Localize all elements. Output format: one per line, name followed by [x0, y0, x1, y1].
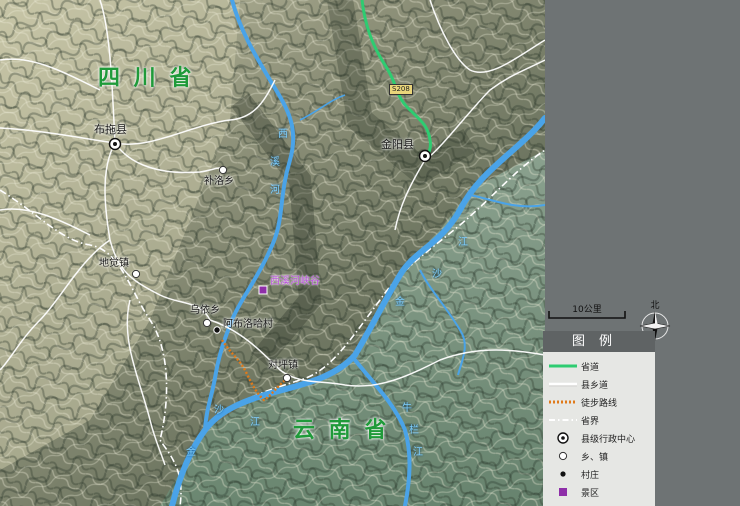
village-marker[interactable]	[212, 325, 222, 335]
river-label-jinsha: 沙	[432, 269, 442, 280]
town-marker[interactable]	[282, 373, 292, 383]
scale-bar-line	[548, 311, 626, 319]
river-label-xixi: 河	[270, 185, 280, 196]
scenic-symbol	[559, 488, 567, 496]
village-symbol	[560, 471, 566, 477]
river-label-niulan: 牛	[402, 403, 412, 414]
legend-item: 县乡道	[543, 376, 655, 392]
town-symbol	[558, 451, 568, 461]
county-seat-marker[interactable]	[418, 149, 432, 163]
terrain-map[interactable]	[0, 0, 545, 506]
legend-label: 县级行政中心	[581, 434, 636, 445]
legend-item: 乡、镇	[543, 448, 655, 464]
town-marker[interactable]	[218, 165, 228, 175]
legend-label: 县乡道	[581, 380, 609, 391]
provincial-road-symbol	[549, 364, 577, 368]
town-marker[interactable]	[202, 318, 212, 328]
river-label-xixi: 溪	[270, 157, 280, 168]
town-marker[interactable]	[131, 269, 141, 279]
legend-item: 景区	[543, 484, 655, 500]
label-xixihe-scenic[interactable]: 西溪河峡谷	[270, 277, 320, 287]
river-label-jinsha: 金	[395, 297, 405, 308]
county-seat-marker[interactable]	[108, 137, 122, 151]
river-label-jinsha: 江	[250, 417, 260, 428]
legend-item: 村庄	[543, 466, 655, 482]
map-viewport[interactable]: 四 川 省 云 南 省 布拖县 金阳县 补洛乡 地觉镇 乌依乡 阿布洛哈村 对坪…	[0, 0, 740, 506]
river-label-jinsha: 江	[458, 237, 468, 248]
label-jinyang[interactable]: 金阳县	[381, 139, 414, 150]
road-code-badge: S208	[389, 84, 413, 95]
legend-item: 省道	[543, 358, 655, 374]
ridge-texture-2	[0, 0, 545, 506]
legend-item: 县级行政中心	[543, 430, 655, 446]
legend-label: 乡、镇	[581, 452, 609, 463]
legend: 省道 县乡道 徒步路线 省界 县级行政中心 乡、镇 村庄 景区	[543, 352, 655, 506]
label-yunnan: 云 南 省	[293, 418, 390, 443]
legend-label: 省界	[581, 416, 600, 427]
label-buluo[interactable]: 补洛乡	[204, 177, 234, 187]
legend-item: 徒步路线	[543, 394, 655, 410]
legend-label: 省道	[581, 362, 600, 373]
legend-label: 村庄	[581, 470, 600, 481]
river-label-niulan: 江	[413, 447, 423, 458]
legend-label: 徒步路线	[581, 398, 618, 409]
label-abuluoha[interactable]: 阿布洛哈村	[223, 320, 273, 330]
legend-label: 景区	[581, 488, 600, 499]
river-label-xixi: 西	[278, 129, 288, 140]
legend-item: 省界	[543, 412, 655, 428]
label-wuyi[interactable]: 乌依乡	[190, 306, 220, 316]
label-dijue[interactable]: 地觉镇	[99, 259, 129, 269]
river-label-jinsha: 金	[186, 447, 196, 458]
label-sichuan: 四 川 省	[98, 66, 195, 91]
scenic-marker[interactable]	[258, 285, 268, 295]
label-butuo[interactable]: 布拖县	[94, 124, 127, 135]
river-label-niulan: 栏	[409, 425, 419, 436]
county-road-symbol	[549, 382, 577, 387]
legend-title: 图例	[543, 331, 655, 352]
river-label-jinsha: 沙	[214, 405, 224, 416]
label-duiping[interactable]: 对坪镇	[268, 361, 298, 371]
hiking-route-symbol	[549, 400, 577, 404]
province-border-symbol	[549, 419, 577, 421]
scale-bar: 10公里	[548, 305, 626, 319]
county-seat-symbol	[557, 432, 569, 444]
